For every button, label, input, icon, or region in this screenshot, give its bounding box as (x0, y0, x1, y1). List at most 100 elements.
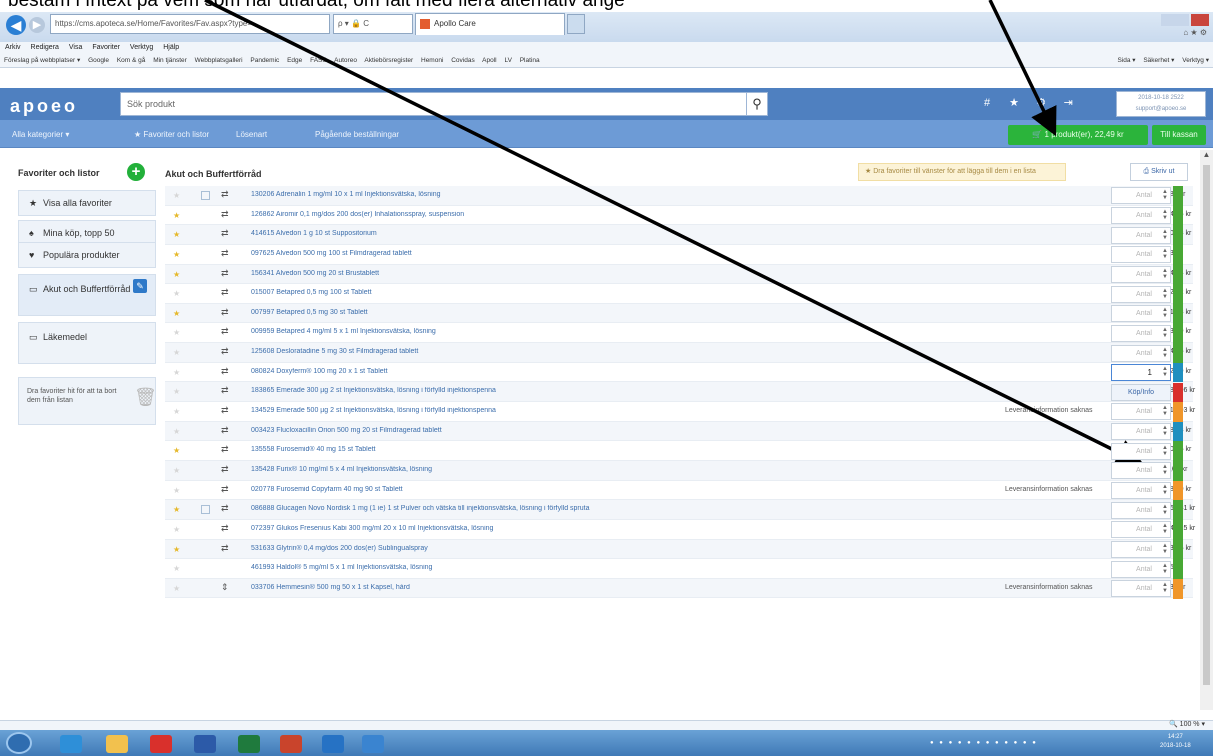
favorite-link[interactable]: Webbplatsgalleri (195, 57, 243, 64)
quantity-stepper[interactable]: Antal ▲ ▼ (1111, 403, 1171, 421)
quantity-stepper[interactable]: Antal ▲ ▼ (1111, 482, 1171, 500)
product-name-link[interactable]: 531633 Glytrin® 0,4 mg/dos 200 dos(er) S… (251, 545, 951, 552)
favorite-star-icon[interactable]: ★ (173, 348, 180, 357)
sidebar-item-lakemedel[interactable]: ▭ Läkemedel (18, 322, 156, 364)
favorite-star-icon[interactable]: ★ (173, 211, 180, 220)
logout-icon[interactable]: ⇥ (1056, 96, 1080, 109)
row-checkbox[interactable] (201, 191, 210, 200)
menu-item[interactable]: Visa (69, 44, 83, 51)
product-name-link[interactable]: 020778 Furosemid Copyfarm 40 mg 90 st Ta… (251, 486, 951, 493)
stepper-arrows-icon[interactable]: ▲ ▼ (1162, 366, 1168, 378)
add-list-button[interactable]: + (127, 163, 145, 181)
stepper-arrows-icon[interactable]: ▲ ▼ (1162, 307, 1168, 319)
quantity-stepper[interactable]: Antal ▲ ▼ (1111, 226, 1171, 244)
search-icon[interactable]: ⚲ (746, 92, 768, 116)
ie-taskbar-icon[interactable] (60, 735, 82, 753)
stepper-arrows-icon[interactable]: ▲ ▼ (1162, 464, 1168, 476)
cart-button[interactable]: 🛒 1 produkt(er), 22,49 kr (1008, 125, 1148, 145)
product-name-link[interactable]: 080824 Doxyferm® 100 mg 20 x 1 st Tablet… (251, 368, 951, 375)
stepper-arrows-icon[interactable]: ▲ ▼ (1162, 347, 1168, 359)
user-info-box[interactable]: 2018-10-18 2522 support@apoeo.se (1116, 91, 1206, 117)
favorite-star-icon[interactable]: ★ (173, 545, 180, 554)
command-bar-item[interactable]: Verktyg ▾ (1182, 57, 1209, 64)
favorite-link[interactable]: Hemoni (421, 57, 443, 64)
quantity-stepper[interactable]: Antal ▲ ▼ (1111, 541, 1171, 558)
product-name-link[interactable]: 009959 Betapred 4 mg/ml 5 x 1 ml Injekti… (251, 328, 951, 335)
favorite-star-icon[interactable]: ★ (173, 250, 180, 259)
favorite-link[interactable]: Autoreo (334, 57, 357, 64)
favorite-link[interactable]: Aktiebörsregister (364, 57, 413, 64)
word-taskbar-icon[interactable] (194, 735, 216, 753)
stepper-arrows-icon[interactable]: ▲ ▼ (1162, 229, 1168, 241)
favorite-star-icon[interactable]: ★ (173, 407, 180, 416)
quantity-stepper[interactable]: Antal ▲ ▼ (1111, 442, 1171, 460)
product-name-link[interactable]: 097625 Alvedon 500 mg 100 st Filmdragera… (251, 250, 951, 257)
product-name-link[interactable]: 156341 Alvedon 500 mg 20 st Brustablett (251, 270, 951, 277)
nav-all-categories[interactable]: Alla kategorier ▾ (12, 130, 69, 139)
product-name-link[interactable]: 003423 Flucloxacillin Orion 500 mg 20 st… (251, 427, 951, 434)
product-name-link[interactable]: 135428 Furix® 10 mg/ml 5 x 4 ml Injektio… (251, 466, 951, 473)
address-bar[interactable]: https://cms.apoteca.se/Home/Favorites/Fa… (50, 14, 330, 34)
buy-button[interactable]: Köp/Info (1111, 383, 1171, 401)
favorite-star-icon[interactable]: ★ (173, 230, 180, 239)
favorite-link[interactable]: LV (504, 57, 511, 64)
stepper-arrows-icon[interactable]: ▲ ▼ (1162, 445, 1168, 457)
product-name-link[interactable]: 461993 Haldol® 5 mg/ml 5 x 1 ml Injektio… (251, 564, 951, 571)
quantity-stepper[interactable]: Antal ▲ ▼ (1111, 246, 1171, 264)
quantity-stepper[interactable]: Antal ▲ ▼ (1111, 285, 1171, 303)
stepper-arrows-icon[interactable]: ▲ ▼ (1162, 209, 1168, 221)
nav-pending-orders[interactable]: Pågående beställningar (315, 130, 399, 139)
menu-item[interactable]: Verktyg (130, 44, 153, 51)
favorite-link[interactable]: Edge (287, 57, 302, 64)
gear-icon[interactable]: ⚙ (1029, 96, 1053, 109)
stepper-arrows-icon[interactable]: ▲ ▼ (1162, 405, 1168, 417)
favorite-star-icon[interactable]: ★ (173, 466, 180, 475)
favorite-star-icon[interactable]: ★ (173, 525, 180, 534)
favorite-link[interactable]: Min tjänster (153, 57, 187, 64)
stepper-arrows-icon[interactable]: ▲ ▼ (1162, 582, 1168, 594)
print-button[interactable]: ⎙ Skriv ut (1130, 163, 1188, 181)
forward-arrow-icon[interactable]: ▶ (29, 17, 45, 33)
quantity-stepper[interactable]: Antal ▲ ▼ (1111, 423, 1171, 441)
nav-lasenart[interactable]: Lösenart (236, 130, 267, 139)
back-arrow-icon[interactable]: ◀ (6, 15, 26, 35)
favorite-star-icon[interactable]: ★ (173, 387, 180, 396)
favorite-star-icon[interactable]: ★ (173, 505, 180, 514)
app2-taskbar-icon[interactable] (362, 735, 384, 753)
minimize-maximize-buttons[interactable] (1161, 14, 1189, 26)
menu-item[interactable]: Redigera (31, 44, 59, 51)
command-bar-item[interactable]: Sida ▾ (1117, 57, 1135, 64)
favorite-star-icon[interactable]: ★ (173, 328, 180, 337)
favorite-link[interactable]: Google (88, 57, 109, 64)
checkout-button[interactable]: Till kassan (1152, 125, 1206, 145)
stepper-arrows-icon[interactable]: ▲ ▼ (1162, 268, 1168, 280)
favorite-link[interactable]: Kom & gå (117, 57, 146, 64)
product-name-link[interactable]: 134529 Emerade 500 µg 2 st Injektionsvät… (251, 407, 951, 414)
product-name-link[interactable]: 126862 Airomir 0,1 mg/dos 200 dos(er) In… (251, 211, 951, 218)
product-name-link[interactable]: 125608 Desloratadine 5 mg 30 st Filmdrag… (251, 348, 951, 355)
quantity-stepper[interactable]: Antal ▲ ▼ (1111, 305, 1171, 323)
product-name-link[interactable]: 183865 Emerade 300 µg 2 st Injektionsvät… (251, 387, 951, 394)
powerpoint-taskbar-icon[interactable] (280, 735, 302, 753)
zoom-level[interactable]: 🔍 100 % ▾ (1169, 720, 1205, 730)
product-name-link[interactable]: 007997 Betapred 0,5 mg 30 st Tablett (251, 309, 951, 316)
product-name-link[interactable]: 130206 Adrenalin 1 mg/ml 10 x 1 ml Injek… (251, 191, 951, 198)
quantity-stepper[interactable]: Antal ▲ ▼ (1111, 187, 1171, 205)
menu-item[interactable]: Hjälp (163, 44, 179, 51)
favorite-link[interactable]: FASS (310, 57, 327, 64)
system-tray[interactable]: ● ● ● ● ● ● ● ● ● ● ● ● (930, 735, 1120, 751)
outlook-taskbar-icon[interactable] (322, 735, 344, 753)
sidebar-item-all-favorites[interactable]: ★ Visa alla favoriter (18, 190, 156, 216)
stepper-arrows-icon[interactable]: ▲ ▼ (1162, 327, 1168, 339)
favorite-star-icon[interactable]: ★ (173, 584, 180, 593)
quantity-stepper[interactable]: Antal ▲ ▼ (1111, 324, 1171, 342)
favorite-star-icon[interactable]: ★ (173, 368, 180, 377)
address-bar-tools[interactable]: ρ ▾ 🔒 C (333, 14, 413, 34)
explorer-taskbar-icon[interactable] (106, 735, 128, 753)
product-name-link[interactable]: 414615 Alvedon 1 g 10 st Suppositorium (251, 230, 951, 237)
stepper-arrows-icon[interactable]: ▲ ▼ (1162, 288, 1168, 300)
favorite-star-icon[interactable]: ★ (173, 191, 180, 200)
favorite-link[interactable]: Covidas (451, 57, 474, 64)
browser-tab[interactable]: Apollo Care (415, 13, 565, 35)
new-tab-button[interactable] (567, 14, 585, 34)
